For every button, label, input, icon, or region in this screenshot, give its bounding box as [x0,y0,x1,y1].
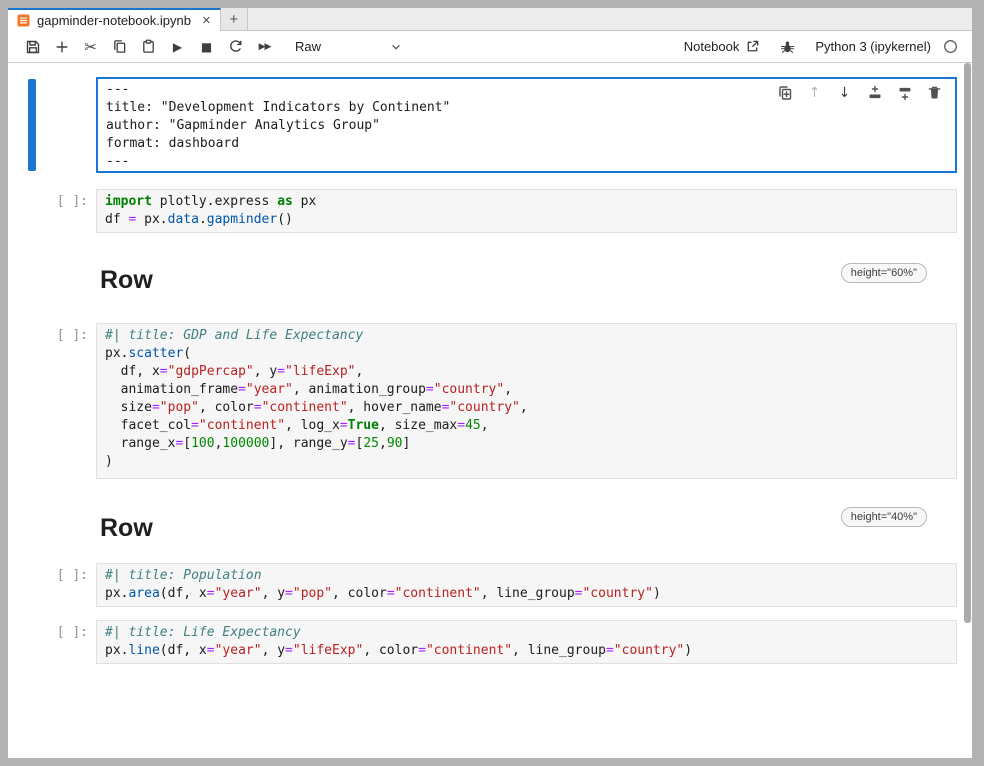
arrow-down-icon: ↓ [839,85,851,101]
stop-icon: ■ [201,40,212,54]
chevron-down-icon [389,40,403,54]
copy-icon [112,39,127,54]
tab-notebook[interactable]: gapminder-notebook.ipynb × [8,8,221,31]
cell-collapser-active[interactable] [28,79,36,171]
height-badge-60: height="60%" [841,263,927,283]
kernel-status-icon [943,39,958,54]
copy-cells-button[interactable] [105,34,134,60]
input-prompt: [ ]: [8,567,88,585]
delete-cell-button[interactable] [926,84,943,101]
code-cell-scatter[interactable]: #| title: GDP and Life Expectancypx.scat… [96,323,957,479]
code-cell-imports[interactable]: import plotly.express as pxdf = px.data.… [96,189,957,233]
restart-kernel-button[interactable] [221,34,250,60]
tab-bar: gapminder-notebook.ipynb × + [8,8,972,31]
external-link-icon[interactable] [745,39,760,54]
run-icon: ▶ [173,40,182,54]
input-prompt: [ ]: [8,327,88,345]
cell-toolbar: ↑ ↓ [776,84,943,101]
duplicate-cell-button[interactable] [776,84,793,101]
code-editor[interactable]: #| title: Populationpx.area(df, x="year"… [97,564,956,606]
arrow-up-icon: ↑ [809,85,821,101]
trash-icon [927,85,942,100]
restart-icon [228,39,243,54]
save-icon [25,39,41,55]
run-cell-button[interactable]: ▶ [163,34,192,60]
raw-cell-yaml[interactable]: ---title: "Development Indicators by Con… [96,77,957,173]
insert-cell-button[interactable] [47,34,76,60]
height-badge-40: height="40%" [841,507,927,527]
save-button[interactable] [18,34,47,60]
restart-run-all-button[interactable]: ▶▶ [250,34,279,60]
code-editor[interactable]: #| title: GDP and Life Expectancypx.scat… [97,324,956,474]
toolbar-right: Notebook Python 3 (ipykernel) [684,39,958,54]
move-cell-down-button[interactable]: ↓ [836,84,853,101]
kernel-name[interactable]: Python 3 (ipykernel) [815,39,931,54]
code-editor[interactable]: import plotly.express as pxdf = px.data.… [97,190,956,232]
scrollbar-thumb[interactable] [964,63,971,623]
notebook-panel: ---title: "Development Indicators by Con… [8,63,972,757]
markdown-heading-row-2: Row [100,513,153,543]
cut-icon: ✂ [84,38,97,56]
notebook-toolbar: ✂ ▶ ■ ▶▶ Raw Notebook Python 3 (ip [8,31,972,63]
jupyterlab-window: gapminder-notebook.ipynb × + ✂ ▶ ■ [8,8,972,758]
cell-type-dropdown[interactable]: Raw [295,39,403,54]
window-frame: gapminder-notebook.ipynb × + ✂ ▶ ■ [0,0,984,766]
paste-cells-button[interactable] [134,34,163,60]
fast-forward-icon: ▶▶ [259,42,271,52]
insert-cell-above-button[interactable] [866,84,883,101]
paste-icon [141,39,156,54]
plus-icon [55,40,69,54]
code-editor[interactable]: #| title: Life Expectancypx.line(df, x="… [97,621,956,663]
duplicate-cell-icon [777,85,793,101]
move-cell-up-button[interactable]: ↑ [806,84,823,101]
tab-title: gapminder-notebook.ipynb [37,13,191,28]
cut-cells-button[interactable]: ✂ [76,34,105,60]
insert-above-icon [867,85,883,101]
notebook-file-icon [17,14,30,27]
insert-below-icon [897,85,913,101]
input-prompt: [ ]: [8,624,88,642]
notebook-mode-label: Notebook [684,39,740,54]
interrupt-kernel-button[interactable]: ■ [192,34,221,60]
code-cell-line[interactable]: #| title: Life Expectancypx.line(df, x="… [96,620,957,664]
new-tab-button[interactable]: + [221,8,248,30]
close-tab-icon[interactable]: × [202,13,211,28]
insert-cell-below-button[interactable] [896,84,913,101]
cell-type-value: Raw [295,39,321,54]
markdown-heading-row-1: Row [100,265,153,295]
input-prompt: [ ]: [8,193,88,211]
code-cell-area[interactable]: #| title: Populationpx.area(df, x="year"… [96,563,957,607]
debugger-bug-icon[interactable] [780,39,795,54]
